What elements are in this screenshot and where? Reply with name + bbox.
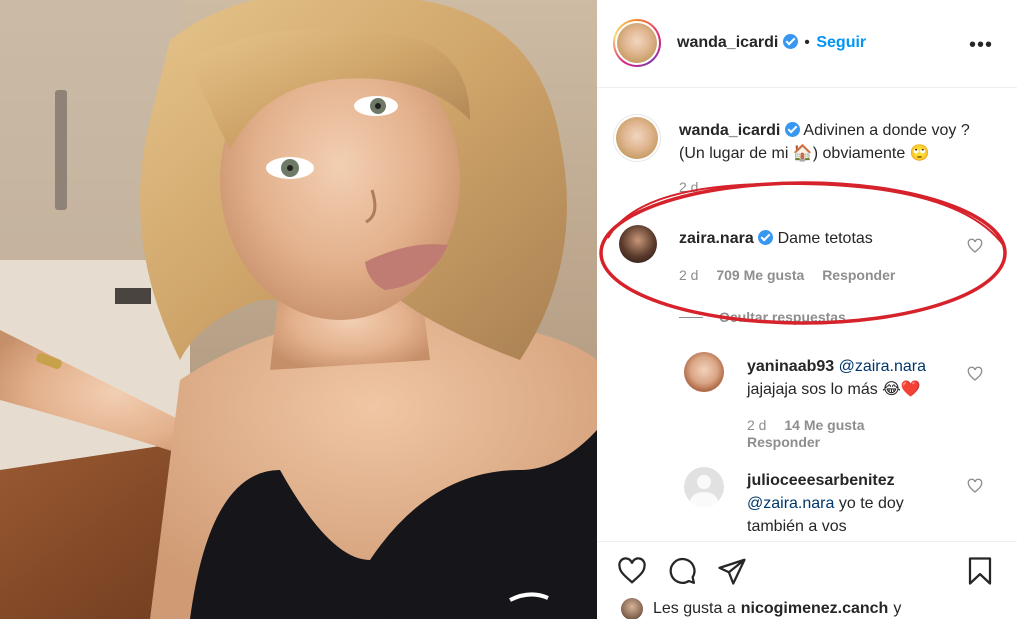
share-icon[interactable] [717, 556, 747, 586]
comment-likes[interactable]: 709 Me gusta [716, 267, 804, 283]
hide-replies-label[interactable]: Ocultar respuestas [719, 309, 846, 325]
author-line: wanda_icardi • Seguir [677, 34, 866, 52]
comment-time[interactable]: 2 d [679, 267, 698, 283]
heart-icon[interactable] [617, 556, 647, 586]
reply: yaninaab93 @zaira.nara jajajaja sos lo m… [747, 355, 967, 401]
more-options-icon[interactable]: ••• [969, 34, 993, 57]
comment-icon[interactable] [667, 556, 697, 586]
reply-meta: 2 d 14 Me gusta [747, 417, 865, 433]
likes-prefix: Les gusta a [653, 600, 736, 617]
liker-username[interactable]: nicogimenez.canch [741, 600, 889, 618]
reply-mention[interactable]: @zaira.nara [839, 358, 926, 375]
comment-like-heart-icon[interactable] [967, 238, 983, 254]
hide-replies-line [679, 317, 703, 318]
comment-reply-button[interactable]: Responder [822, 267, 895, 283]
caption-time[interactable]: 2 d [679, 179, 698, 195]
reply-username[interactable]: julioceeesarbenitez [747, 472, 895, 489]
reply-reply-label[interactable]: Responder [747, 434, 820, 450]
reply: julioceeesarbenitez @zaira.nara yo te do… [747, 469, 962, 538]
reply-text: jajajaja sos lo más 😂❤️ [747, 381, 921, 398]
post-header: wanda_icardi • Seguir ••• [597, 0, 1017, 88]
caption: wanda_icardi Adivinen a donde voy ? (Un … [679, 119, 989, 165]
post-photo [0, 0, 597, 619]
caption-username[interactable]: wanda_icardi [679, 122, 780, 139]
reply-likes[interactable]: 14 Me gusta [784, 417, 864, 433]
comment-meta: 2 d 709 Me gusta Responder [679, 267, 895, 283]
comment-text: Dame tetotas [777, 230, 873, 247]
comments-list: wanda_icardi Adivinen a donde voy ? (Un … [597, 89, 1017, 541]
reply-like-heart-icon[interactable] [967, 478, 983, 494]
caption-avatar[interactable] [613, 114, 661, 162]
reply-reply-button[interactable]: Responder [747, 434, 820, 450]
likes-suffix: y [893, 600, 902, 617]
verified-icon [758, 230, 774, 245]
likes-summary: Les gusta a nicogimenez.canch y [621, 598, 901, 619]
verified-icon [782, 34, 798, 49]
reply-mention[interactable]: @zaira.nara [747, 495, 834, 512]
dot-separator: • [804, 34, 810, 51]
follow-button[interactable]: Seguir [816, 34, 866, 51]
comment-username[interactable]: zaira.nara [679, 230, 754, 247]
reply-username[interactable]: yaninaab93 [747, 358, 834, 375]
liker-avatar[interactable] [621, 598, 643, 619]
commenter-avatar[interactable] [619, 225, 657, 263]
post-actions-bar: Les gusta a nicogimenez.canch y [597, 541, 1017, 619]
hide-replies-button[interactable]: Ocultar respuestas [679, 309, 846, 325]
post-photo-illustration [0, 0, 597, 619]
comment: zaira.nara Dame tetotas [679, 227, 969, 250]
reply-like-heart-icon[interactable] [967, 366, 983, 382]
post-side-panel: wanda_icardi • Seguir ••• wanda_icardi A… [597, 0, 1017, 619]
reply-time[interactable]: 2 d [747, 417, 766, 433]
author-avatar[interactable] [613, 19, 661, 67]
author-username[interactable]: wanda_icardi [677, 34, 778, 51]
verified-icon [784, 122, 800, 137]
reply-avatar-placeholder[interactable] [684, 467, 724, 507]
reply-avatar[interactable] [684, 352, 724, 392]
bookmark-icon[interactable] [965, 556, 995, 586]
